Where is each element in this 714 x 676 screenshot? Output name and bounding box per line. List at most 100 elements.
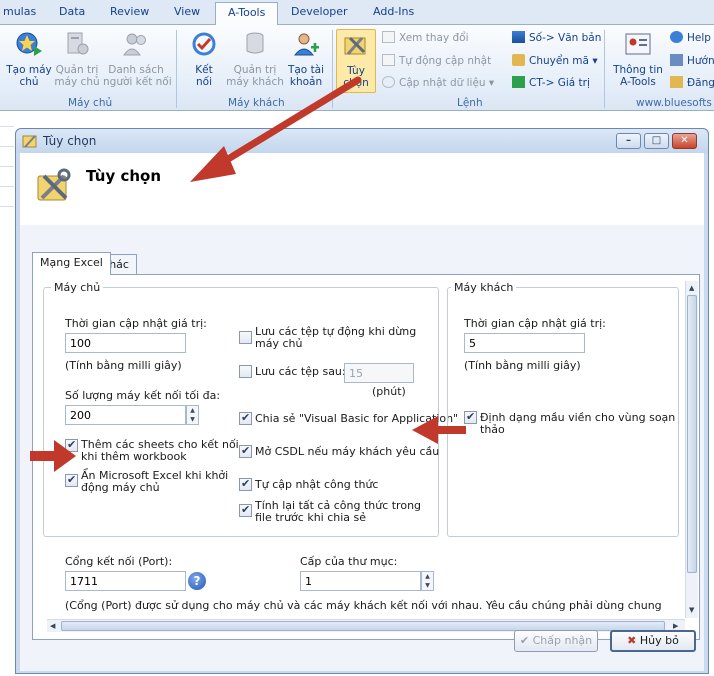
server-group-title: Máy chủ [51,281,104,294]
checkbox-icon [382,31,395,43]
open-db-checkbox[interactable] [239,444,252,458]
update-data-label: Cập nhật dữ liệu [399,77,486,89]
refresh-icon [382,76,395,88]
tab-excel-network[interactable]: Mạng Excel [32,252,111,275]
client-list-label: Danh sách người kết nối [103,64,172,88]
create-server-button[interactable]: Tạo máy chủ [4,31,54,88]
checkbox-icon [382,54,395,66]
client-list-button[interactable]: Danh sách người kết nối [103,31,172,88]
view-changes-button[interactable]: Xem thay đổi [382,31,469,44]
hide-excel-checkbox[interactable] [65,473,78,487]
tab-a-tools[interactable]: A-Tools [215,2,279,26]
convert-icon [512,54,525,66]
tab-data[interactable]: Data [59,5,85,18]
max-connections-label: Số lượng máy kết nối tối đa: [65,389,221,402]
scroll-thumb[interactable] [687,295,697,573]
connect-icon [192,32,216,56]
open-db-label: Mở CSDL nếu máy khách yêu cầu [255,445,440,458]
accept-label: Chấp nhận [532,634,593,647]
auto-update-label: Tự động cập nhật [399,55,492,67]
accept-button[interactable]: ✔ Chấp nhận [514,630,598,652]
save-after-checkbox[interactable] [239,365,252,378]
port-note: (Cổng (Port) được sử dụng cho máy chủ và… [65,599,662,612]
register-label: Đăng [687,77,714,89]
grid-line [0,206,14,207]
guide-label: Hướn [687,55,714,67]
tools-icon [37,168,71,201]
maximize-icon: □ [651,135,662,146]
cancel-x-icon: ✖ [627,634,637,647]
client-update-unit: (Tính bằng milli giây) [464,359,581,372]
scroll-up-icon[interactable]: ▲ [689,283,694,293]
info-card-icon [625,33,651,55]
folder-level-spinner[interactable]: ▲ ▼ [421,571,434,591]
max-connections-input[interactable] [65,405,186,425]
max-connections-spinner[interactable]: ▲ ▼ [186,405,199,425]
maximize-button[interactable]: □ [644,133,669,149]
dialog-heading: Tùy chọn [86,167,162,185]
guide-button[interactable]: Hướn [670,54,714,67]
minutes-label: (phút) [372,385,406,398]
formula-to-value-label: CT-> Giá trị [529,77,590,89]
ribbon-tab-bar: mulas Data Review View A-Tools Developer… [0,0,714,26]
num-to-text-button[interactable]: Số-> Văn bản [512,31,601,44]
grid-line [0,146,14,147]
save-auto-label: Lưu các tệp tự động khi dừng máy chủ [255,325,417,350]
client-update-input[interactable] [464,333,585,353]
tab-add-ins[interactable]: Add-Ins [373,5,414,18]
convert-button[interactable]: Chuyển mã ▾ [512,54,598,67]
dialog-body: Mạng Excel Khác Máy chủ Thời gian cập nh… [20,225,704,671]
database-icon [246,32,264,54]
dialog-title: Tùy chọn [43,134,97,148]
tab-developer[interactable]: Developer [291,5,348,18]
grid-line [0,126,14,127]
minimize-button[interactable]: – [616,133,641,149]
group-label-command: Lệnh [457,97,483,109]
tab-view[interactable]: View [174,5,200,18]
share-vba-checkbox[interactable] [239,411,252,425]
view-changes-label: Xem thay đổi [399,32,469,44]
recalc-label: Tính lại tất cả công thức trong file trư… [255,499,422,524]
server-update-label: Thời gian cập nhật giá trị: [65,317,207,330]
border-format-label: Định dạng mầu viền cho vùng soạn thảo [480,411,676,436]
info-button[interactable]: Thông tin A-Tools [610,31,666,88]
cancel-button[interactable]: ✖ Hủy bỏ [610,630,696,652]
text-icon [512,31,525,43]
auto-update-button[interactable]: Tự động cập nhật [382,54,491,67]
num-to-text-label: Số-> Văn bản [529,32,602,44]
tab-panel: Máy chủ Thời gian cập nhật giá trị: (Tín… [32,274,700,640]
close-button[interactable]: ✕ [672,133,697,149]
auto-formula-checkbox[interactable] [239,477,252,491]
port-help-button[interactable]: ? [188,572,206,590]
port-input[interactable] [65,571,186,591]
tools-icon [344,36,366,55]
dialog-content: Tùy chọn Mạng Excel Khác Máy chủ Thời gi… [20,153,704,671]
book-icon [670,54,683,66]
key-icon [670,76,683,88]
hide-excel-label: Ẩn Microsoft Excel khi khởi động máy chủ [81,469,229,494]
group-separator [176,30,177,108]
grid-line [0,186,14,187]
formula-to-value-button[interactable]: CT-> Giá trị [512,76,590,89]
help-button[interactable]: Help [670,31,711,44]
update-data-button[interactable]: Cập nhật dữ liệu ▾ [382,76,494,89]
grid-line [0,166,14,167]
vertical-scrollbar[interactable]: ▲ ▼ [685,281,698,618]
register-button[interactable]: Đăng [670,76,714,89]
recalc-checkbox[interactable] [239,503,252,517]
tab-formulas[interactable]: mulas [3,5,36,18]
folder-level-label: Cấp của thư mục: [300,555,398,568]
auto-formula-label: Tự cập nhật công thức [255,478,379,491]
group-separator [604,30,605,108]
folder-level-input[interactable] [300,571,421,591]
scroll-down-icon[interactable]: ▼ [689,605,694,615]
scroll-left-icon[interactable]: ◀ [50,621,55,631]
save-auto-checkbox[interactable] [239,331,252,344]
save-after-input[interactable] [344,363,414,383]
tab-review[interactable]: Review [110,5,149,18]
server-update-input[interactable] [65,333,186,353]
manage-server-button[interactable]: Quản trị máy chủ [54,31,100,88]
annotation-arrow-open-db [412,416,466,444]
server-star-icon [16,32,42,56]
help-label: Help [687,32,711,44]
